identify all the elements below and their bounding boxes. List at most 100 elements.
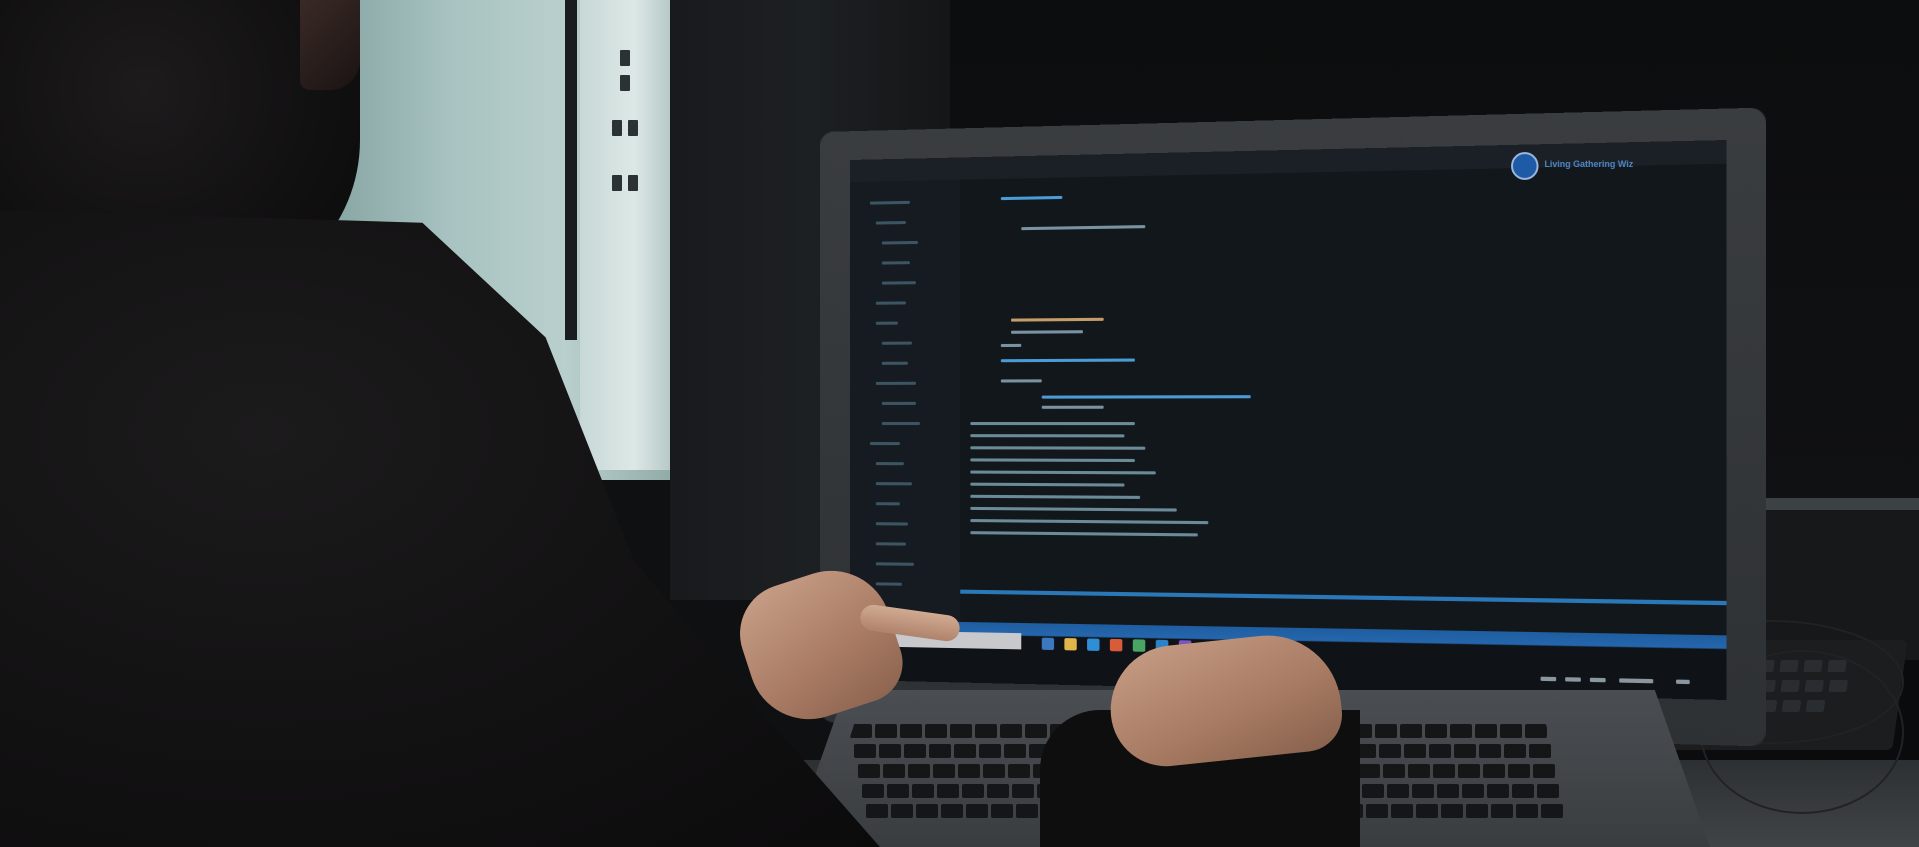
keyboard-key bbox=[1441, 804, 1463, 818]
photo-scene: Living Gathering Wiz bbox=[0, 0, 1919, 847]
system-tray bbox=[1541, 672, 1711, 691]
keyboard-key bbox=[1541, 804, 1563, 818]
keyboard-key bbox=[908, 764, 930, 778]
code-line bbox=[1011, 318, 1104, 322]
keyboard-key bbox=[941, 804, 963, 818]
keyboard-key bbox=[1012, 784, 1034, 798]
editor-panel-divider bbox=[960, 590, 1726, 606]
file-tree-item bbox=[882, 241, 918, 245]
file-tree-item bbox=[876, 522, 908, 525]
keyboard-key bbox=[862, 784, 884, 798]
keyboard-key bbox=[1504, 744, 1526, 758]
terminal-line bbox=[970, 495, 1140, 499]
door-slot bbox=[620, 50, 630, 66]
taskbar-app-icon[interactable] bbox=[1064, 638, 1076, 650]
keyboard-key bbox=[1537, 784, 1559, 798]
clock bbox=[1619, 678, 1653, 683]
keyboard-key bbox=[1375, 724, 1397, 738]
keyboard-key bbox=[1400, 724, 1422, 738]
keyboard-key bbox=[1362, 784, 1384, 798]
keyboard-key bbox=[1004, 744, 1026, 758]
taskbar-app-icon[interactable] bbox=[1133, 639, 1146, 652]
door-frame bbox=[565, 0, 577, 340]
keyboard-key bbox=[1479, 744, 1501, 758]
keyboard-key bbox=[891, 804, 913, 818]
tray-icon[interactable] bbox=[1541, 677, 1557, 682]
file-tree-item bbox=[876, 542, 906, 545]
keyboard-key bbox=[966, 804, 988, 818]
file-tree-item bbox=[882, 422, 920, 425]
keyboard-key bbox=[1516, 804, 1538, 818]
keyboard-key bbox=[1450, 724, 1472, 738]
code-line bbox=[1042, 395, 1251, 398]
file-tree-item bbox=[876, 221, 906, 225]
keyboard-key bbox=[1016, 804, 1038, 818]
keyboard-key bbox=[1000, 724, 1022, 738]
keyboard-key bbox=[1466, 804, 1488, 818]
keyboard-key bbox=[962, 784, 984, 798]
keyboard-key bbox=[987, 784, 1009, 798]
keyboard-key bbox=[1475, 724, 1497, 738]
code-line bbox=[1011, 330, 1083, 334]
file-tree-item bbox=[882, 261, 910, 264]
file-tree-item bbox=[882, 402, 916, 405]
notification-icon[interactable] bbox=[1676, 680, 1690, 685]
keyboard-key bbox=[1425, 724, 1447, 738]
file-tree-item bbox=[876, 562, 914, 565]
keyboard-key bbox=[1512, 784, 1534, 798]
code-line bbox=[1021, 225, 1145, 230]
code-line bbox=[1001, 344, 1021, 347]
keyboard-key bbox=[904, 744, 926, 758]
keyboard-key bbox=[1529, 744, 1551, 758]
keyboard-key bbox=[1379, 744, 1401, 758]
terminal-line bbox=[970, 458, 1134, 462]
keyboard-key bbox=[1025, 724, 1047, 738]
taskbar-app-icon[interactable] bbox=[1110, 639, 1122, 652]
keyboard-key bbox=[854, 744, 876, 758]
keyboard-key bbox=[933, 764, 955, 778]
code-line bbox=[1001, 379, 1042, 382]
keyboard-key bbox=[991, 804, 1013, 818]
keyboard-key bbox=[1491, 804, 1513, 818]
keyboard-key bbox=[1408, 764, 1430, 778]
keyboard-key bbox=[1508, 764, 1530, 778]
keyboard-key bbox=[1008, 764, 1030, 778]
keyboard-key bbox=[979, 744, 1001, 758]
keyboard-key bbox=[879, 744, 901, 758]
door-slot bbox=[612, 175, 622, 191]
keyboard-key bbox=[929, 744, 951, 758]
laptop-screen bbox=[850, 140, 1726, 700]
terminal-line bbox=[970, 422, 1134, 425]
file-tree-item bbox=[876, 582, 902, 585]
keyboard-key bbox=[1412, 784, 1434, 798]
code-line bbox=[1001, 359, 1135, 363]
terminal-line bbox=[970, 471, 1155, 475]
sticker-text: Living Gathering Wiz bbox=[1544, 159, 1633, 169]
laptop-sticker: Living Gathering Wiz bbox=[1511, 150, 1660, 182]
door-slot bbox=[628, 120, 638, 136]
door-slot bbox=[612, 120, 622, 136]
door-panel bbox=[580, 0, 670, 470]
door-slot bbox=[628, 175, 638, 191]
terminal-line bbox=[970, 507, 1176, 512]
file-tree-item bbox=[870, 201, 910, 205]
file-tree-item bbox=[876, 301, 906, 304]
code-line bbox=[1042, 406, 1104, 409]
door-slot bbox=[620, 75, 630, 91]
keyboard-key bbox=[858, 764, 880, 778]
terminal-line bbox=[970, 531, 1197, 536]
file-tree-item bbox=[876, 322, 898, 325]
taskbar-app-icon[interactable] bbox=[1042, 638, 1054, 650]
terminal-line bbox=[970, 483, 1124, 487]
taskbar-app-icon[interactable] bbox=[1087, 638, 1099, 650]
keyboard-key bbox=[950, 724, 972, 738]
tray-icon[interactable] bbox=[1590, 678, 1606, 683]
keyboard-key bbox=[954, 744, 976, 758]
keyboard-key bbox=[925, 724, 947, 738]
keyboard-key bbox=[912, 784, 934, 798]
file-tree-item bbox=[882, 342, 912, 345]
tray-icon[interactable] bbox=[1565, 677, 1581, 682]
keyboard-key bbox=[937, 784, 959, 798]
keyboard-key bbox=[1437, 784, 1459, 798]
keyboard-key bbox=[1487, 784, 1509, 798]
